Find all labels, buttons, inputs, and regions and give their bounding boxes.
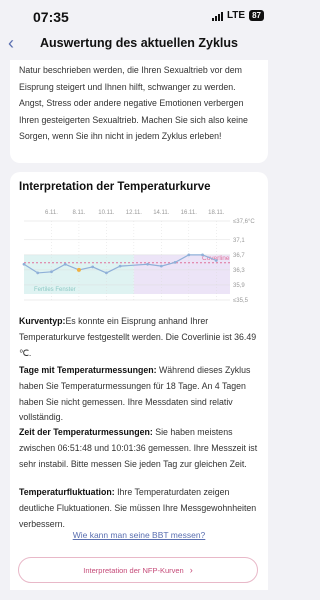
x-tick-label: 6.11.: [45, 210, 58, 216]
page-title: Auswertung des aktuellen Zyklus: [40, 36, 238, 50]
x-tick-label: 16.11.: [181, 210, 198, 216]
data-point: [146, 262, 150, 266]
paragraph-curve-type: Kurventyp:Es konnte ein Eisprung anhand …: [19, 316, 257, 358]
data-point: [63, 262, 67, 266]
temperature-chart: 6.11. 8.11. 10.11. 12.11. 14.11. 16.11. 18.11.…: [22, 210, 255, 304]
data-point: [201, 253, 204, 257]
intro-text: Natur beschrieben werden, die Ihren Sexu…: [19, 65, 248, 142]
interpretation-card: Interpretation der Temperaturkurve 6.11.…: [10, 172, 268, 590]
x-tick-label: 12.11.: [126, 210, 143, 216]
y-tick-label: ≤35,5: [233, 298, 249, 304]
data-point: [159, 264, 163, 268]
intro-card: Natur beschrieben werden, die Ihren Sexu…: [10, 60, 268, 163]
data-point: [187, 253, 191, 257]
highlighted-data-point: [76, 267, 81, 272]
data-point: [91, 265, 95, 269]
data-point: [173, 260, 177, 264]
status-time: 07:35: [33, 9, 69, 25]
status-indicators: LTE 87: [211, 10, 264, 21]
y-tick-label: 36,3: [233, 268, 245, 274]
paragraph-measurement-time: Zeit der Temperaturmessungen: Sie haben …: [19, 427, 258, 469]
data-point: [118, 264, 122, 268]
nfp-interpretation-button[interactable]: Interpretation der NFP-Kurven ›: [18, 557, 258, 583]
bbt-help-link[interactable]: Wie kann man seine BBT messen?: [10, 530, 268, 540]
chevron-right-icon: ›: [189, 565, 193, 575]
y-tick-label: 35,9: [233, 283, 245, 289]
nav-bar: ‹ Auswertung des aktuellen Zyklus: [0, 30, 278, 60]
data-point: [50, 270, 53, 274]
x-tick-label: 8.11.: [72, 210, 85, 216]
fertile-window-label: Fertiles Fenster: [34, 287, 76, 293]
data-point: [36, 271, 40, 275]
y-tick-label: 37,1: [233, 238, 245, 244]
signal-icon: [211, 11, 223, 21]
data-point: [22, 262, 26, 266]
y-tick-label: ≤37,6°C: [233, 219, 255, 225]
y-tick-label: 36,7: [233, 253, 245, 259]
x-tick-label: 14.11.: [153, 210, 170, 216]
x-tick-label: 18.11.: [208, 210, 225, 216]
nfp-button-label: Interpretation der NFP-Kurven: [83, 565, 184, 575]
battery-icon: 87: [249, 10, 264, 21]
paragraph-fluctuation: Temperaturfluktuation: Ihre Temperaturda…: [19, 487, 257, 529]
data-point: [105, 271, 108, 275]
network-label: LTE: [226, 10, 246, 21]
data-point: [214, 259, 218, 262]
status-bar: 07:35 LTE 87: [0, 0, 278, 30]
x-tick-label: 10.11.: [98, 210, 115, 216]
paragraph-measurement-days: Tage mit Temperaturmessungen: Während di…: [19, 365, 251, 423]
section-title: Interpretation der Temperaturkurve: [19, 181, 211, 193]
